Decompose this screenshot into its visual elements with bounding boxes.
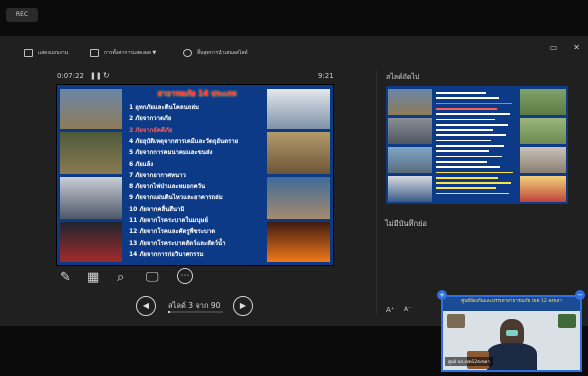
previous-slide-button[interactable]: ◀ [136, 296, 156, 316]
show-taskbar-button[interactable]: แสดงแถบงาน [24, 47, 68, 59]
display-settings-label: การตั้งค่าการแสดงผล ▼ [104, 50, 157, 56]
decrease-font-button[interactable]: A⁻ [404, 306, 411, 313]
panel-divider[interactable] [376, 70, 377, 315]
slide-hazard-item: 14 ภัยจากการก่อวินาศกรรม [129, 250, 204, 258]
rec-badge[interactable]: REC [6, 8, 38, 22]
end-slide-show-button[interactable]: สิ้นสุดการนำเสนอสไลด์ [183, 47, 248, 59]
next-slide-text-line [436, 129, 493, 131]
current-time: 9:21 [318, 72, 334, 80]
slide-hazard-item: 9 ภัยจากแผ่นดินไหวและอาคารถล่ม [129, 194, 223, 202]
webcam-resize-handle-left[interactable]: + [437, 290, 447, 300]
slide-hazard-item: 6 ภัยแล้ง [129, 160, 154, 168]
next-slide-label: สไลด์ถัดไป [386, 73, 420, 81]
next-slide-text-line [436, 113, 510, 115]
current-slide[interactable]: สาธารณภัย 14 ประเภท 1 อุทกภัยและดินโคลนถ… [57, 85, 333, 265]
reset-timer-icon[interactable]: ↻ [103, 71, 110, 80]
next-slide-text-line [436, 145, 504, 147]
rescue-photo [60, 222, 122, 262]
next-slide-text-line [436, 150, 489, 153]
elapsed-timer: 0:07:22 [57, 72, 84, 80]
close-window-icon[interactable]: ✕ [573, 43, 580, 52]
next-slide-button[interactable]: ▶ [233, 296, 253, 316]
slide-hazard-item: 2 ภัยจากวาตภัย [129, 115, 172, 123]
next-flood-photo [388, 89, 432, 115]
crowd-photo [267, 177, 330, 219]
next-cartoon-photo [520, 176, 566, 202]
slide-hazard-item: 10 ภัยจากคลื่นสึนามิ [129, 205, 185, 213]
next-farm-photo [520, 118, 566, 144]
next-flood-street-photo [388, 147, 432, 173]
display-settings-button[interactable]: การตั้งค่าการแสดงผล ▼ [90, 47, 156, 59]
webcam-resize-handle-right[interactable]: − [575, 290, 585, 300]
next-slide-text-line [436, 166, 500, 168]
drought-field-photo [60, 132, 122, 174]
slide-title: สาธารณภัย 14 ประเภท [157, 89, 237, 98]
presenter-body [487, 343, 537, 370]
slide-hazard-item: 8 ภัยจากไฟป่าและหมอกควัน [129, 183, 206, 191]
slide-hazard-item: 5 ภัยจากการคมนาคมและขนส่ง [129, 149, 213, 157]
see-all-slides-icon[interactable]: ▦ [87, 270, 99, 285]
next-slide-text-line [436, 187, 496, 190]
tunnel-photo [60, 177, 122, 219]
slide-hazard-item: 7 ภัยจากอากาศหนาว [129, 171, 186, 179]
cracked-earth-photo [267, 132, 330, 174]
slide-hazard-item: 4 ภัยอุบัติเหตุจากสารเคมีและวัตถุอันตราย [129, 137, 239, 145]
webcam-banner-text: ศูนย์ป้องกันและบรรเทาสาธารณภัย เขต 12 สง… [461, 299, 562, 304]
next-slide-text-line [436, 118, 495, 121]
webcam-overlay[interactable]: ศูนย์ป้องกันและบรรเทาสาธารณภัย เขต 12 สง… [441, 295, 582, 372]
next-slide-text-line [436, 192, 509, 195]
next-slide-text-line [436, 155, 502, 158]
next-patient-photo [388, 176, 432, 202]
increase-font-button[interactable]: A⁺ [386, 306, 394, 314]
face-mask [506, 330, 518, 336]
window-controls: ▭ ✕ [550, 43, 580, 52]
next-slide-text-line [436, 134, 506, 137]
black-screen-icon[interactable]: 🖵 [146, 270, 159, 285]
restore-window-icon[interactable]: ▭ [550, 43, 558, 52]
logo-left-icon [447, 314, 465, 328]
pen-tool-icon[interactable]: ✎ [60, 270, 71, 285]
slide-hazard-item: 3 ภัยจากอัคคีภัย [129, 126, 173, 134]
slide-hazard-item: 1 อุทกภัยและดินโคลนถล่ม [129, 104, 199, 111]
next-slide-text-line [436, 123, 508, 126]
logo-right-icon [558, 314, 576, 328]
next-slide-text-line [436, 160, 487, 163]
next-debris-photo [388, 118, 432, 144]
next-slide-text-line [436, 92, 486, 94]
next-slide-text-line [436, 102, 512, 105]
slide-hazard-item: 13 ภัยจากโรคระบาดสัตว์และสัตว์น้ำ [129, 239, 226, 247]
slide-progress-fill [168, 311, 170, 313]
next-slide-text-line [436, 139, 491, 142]
forest-fire-photo [267, 222, 330, 262]
end-slide-show-label: สิ้นสุดการนำเสนอสไลด์ [197, 50, 248, 56]
next-slide-text-line [436, 97, 499, 100]
speaker-notes: ไม่มีบันทึกย่อ [385, 219, 427, 228]
next-field-photo [520, 89, 566, 115]
webcam-name-tag: ศูนย์ ปภ.เขต12สงขลา [445, 357, 493, 366]
aircraft-photo [267, 89, 330, 129]
next-slide-preview[interactable] [386, 86, 568, 204]
show-taskbar-label: แสดงแถบงาน [38, 50, 69, 56]
flood-photo [60, 89, 122, 129]
slide-hazard-item: 11 ภัยจากโรคระบาดในมนุษย์ [129, 217, 208, 224]
next-slide-text-line [436, 182, 511, 184]
slide-hazard-item: 12 ภัยจากโรคและศัตรูพืชระบาด [129, 228, 216, 236]
next-slide-text-line [436, 107, 497, 110]
more-options-icon[interactable]: ⋯ [177, 268, 193, 284]
next-slide-text-line [436, 171, 513, 174]
next-house-photo [520, 147, 566, 173]
display-settings-icon [90, 49, 99, 57]
next-slide-text-line [436, 176, 498, 179]
slide-progress-track [168, 311, 223, 313]
end-show-icon [183, 49, 192, 57]
taskbar-icon [24, 49, 33, 57]
top-bar [0, 0, 588, 36]
pause-timer-icon[interactable]: ❚❚ [90, 72, 102, 80]
zoom-icon[interactable]: ⌕ [117, 270, 124, 285]
